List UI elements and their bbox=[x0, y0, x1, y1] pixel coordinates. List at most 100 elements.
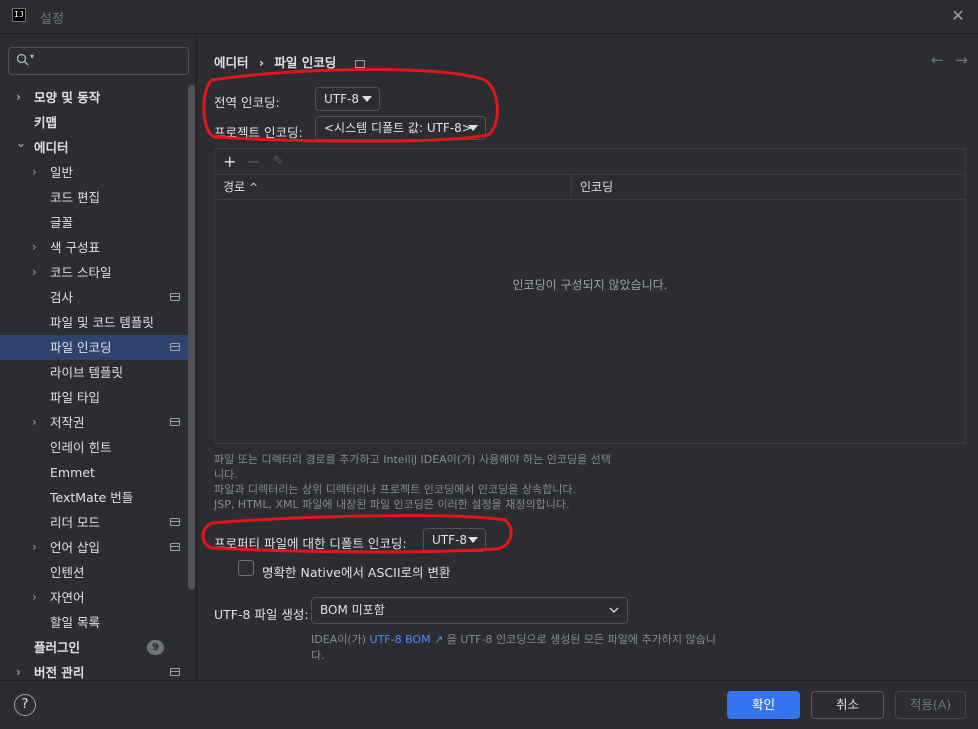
sort-asc-icon: ^ bbox=[248, 181, 259, 194]
sidebar-item[interactable]: › 모양 및 동작 bbox=[0, 85, 188, 110]
chevron-right-icon[interactable]: › bbox=[32, 235, 37, 260]
sidebar-item[interactable]: 플러그인 9 bbox=[0, 635, 188, 660]
sidebar-item[interactable]: 키맵 bbox=[0, 110, 188, 135]
sidebar-item[interactable]: › 색 구성표 bbox=[0, 235, 188, 260]
sidebar-item[interactable]: › 일반 bbox=[0, 160, 188, 185]
chevron-right-icon[interactable]: › bbox=[32, 160, 37, 185]
chevron-right-icon[interactable]: › bbox=[32, 410, 37, 435]
sidebar-item[interactable]: 글꼴 bbox=[0, 210, 188, 235]
search-icon bbox=[16, 53, 30, 70]
path-hint-line2: 니다. bbox=[214, 468, 238, 481]
sidebar-item[interactable]: 인텐션 bbox=[0, 560, 188, 585]
bom-select[interactable]: BOM 미포함 bbox=[311, 597, 628, 624]
project-encoding-label: 프로젝트 인코딩: bbox=[214, 125, 303, 140]
sidebar-item-label: 플러그인 bbox=[34, 640, 81, 655]
project-scope-icon bbox=[170, 543, 180, 551]
dialog-footer: ? 확인 취소 적용(A) bbox=[0, 680, 978, 729]
add-icon[interactable]: + bbox=[223, 152, 236, 171]
edit-icon[interactable]: ✎ bbox=[273, 154, 284, 169]
remove-icon[interactable]: − bbox=[247, 152, 260, 171]
sidebar-item-label: 글꼴 bbox=[50, 215, 74, 230]
sidebar-item[interactable]: TextMate 번들 bbox=[0, 485, 188, 510]
native-to-ascii-checkbox[interactable] bbox=[238, 560, 254, 576]
sidebar-item-label: 저작권 bbox=[50, 415, 85, 430]
sidebar-item-label: Emmet bbox=[50, 465, 95, 480]
path-hint-line4: JSP, HTML, XML 파일에 내장된 파일 인코딩은 이러한 설정을 재… bbox=[214, 498, 570, 511]
column-path[interactable]: 경로 ^ bbox=[215, 175, 258, 200]
sidebar-item[interactable]: 할일 목록 bbox=[0, 610, 188, 635]
sidebar-item-label: 리더 모드 bbox=[50, 515, 100, 530]
chevron-right-icon[interactable]: › bbox=[16, 85, 21, 110]
breadcrumb-separator: › bbox=[258, 55, 265, 70]
search-input[interactable]: ▾ bbox=[8, 47, 189, 75]
bom-value: BOM 미포함 bbox=[320, 603, 385, 617]
breadcrumb-current: 파일 인코딩 bbox=[274, 55, 337, 70]
sidebar-item-label: 에디터 bbox=[34, 140, 69, 155]
chevron-right-icon[interactable]: › bbox=[32, 585, 37, 610]
sidebar-item[interactable]: 검사 bbox=[0, 285, 188, 310]
caret-down-icon bbox=[468, 537, 478, 543]
table-toolbar: + − ✎ bbox=[215, 149, 965, 175]
sidebar-item-label: 인레이 힌트 bbox=[50, 440, 112, 455]
sidebar-item-label: 파일 및 코드 템플릿 bbox=[50, 315, 154, 330]
sidebar-item-label: 인텐션 bbox=[50, 565, 85, 580]
column-encoding[interactable]: 인코딩 bbox=[572, 175, 613, 200]
chevron-right-icon[interactable]: › bbox=[32, 260, 37, 285]
update-count-badge: 9 bbox=[147, 640, 164, 655]
sidebar-item-label: 자연어 bbox=[50, 590, 85, 605]
close-icon[interactable]: ✕ bbox=[948, 6, 968, 26]
window-title: 설정 bbox=[40, 12, 64, 27]
encoding-table: + − ✎ 경로 ^ 인코딩 인코딩이 구성되지 않았습니다. bbox=[214, 148, 966, 444]
bom-hint-suffix: 을 UTF-8 인코딩으로 생성된 모든 파일에 추가하지 않습니 bbox=[443, 633, 716, 646]
properties-encoding-value: UTF-8 bbox=[432, 533, 467, 547]
sidebar-item-label: TextMate 번들 bbox=[50, 490, 134, 505]
sidebar-item[interactable]: 라이브 템플릿 bbox=[0, 360, 188, 385]
project-scope-icon bbox=[170, 518, 180, 526]
forward-arrow-icon[interactable]: → bbox=[955, 51, 968, 69]
ok-button[interactable]: 확인 bbox=[727, 691, 800, 719]
path-hint-line1: 파일 또는 디렉터리 경로를 추가하고 IntelliJ IDEA이(가) 사용… bbox=[214, 453, 611, 466]
main-panel: 에디터 › 파일 인코딩 ← → 전역 인코딩: UTF-8 프로젝트 인코딩: … bbox=[198, 35, 978, 680]
project-encoding-select[interactable]: <시스템 디폴트 값: UTF-8> bbox=[315, 116, 486, 140]
global-encoding-select[interactable]: UTF-8 bbox=[315, 87, 380, 111]
sidebar-item-label: 모양 및 동작 bbox=[34, 90, 101, 105]
sidebar-item-label: 파일 타입 bbox=[50, 390, 100, 405]
app-logo-icon: IJ bbox=[12, 8, 26, 22]
cancel-button[interactable]: 취소 bbox=[811, 691, 884, 719]
path-hint-line3: 파일과 디렉터리는 상위 디렉터리나 프로젝트 인코딩에서 인코딩을 상속합니다… bbox=[214, 483, 576, 496]
sidebar-item-label: 검사 bbox=[50, 290, 74, 305]
breadcrumb-parent[interactable]: 에디터 bbox=[214, 55, 249, 70]
properties-encoding-select[interactable]: UTF-8 bbox=[423, 528, 486, 552]
global-encoding-label: 전역 인코딩: bbox=[214, 95, 280, 110]
back-arrow-icon[interactable]: ← bbox=[931, 51, 944, 69]
sidebar-item[interactable]: › 자연어 bbox=[0, 585, 188, 610]
sidebar-item[interactable]: › 언어 삽입 bbox=[0, 535, 188, 560]
global-encoding-value: UTF-8 bbox=[324, 92, 359, 106]
caret-down-icon bbox=[468, 125, 478, 131]
utf8-bom-link[interactable]: UTF-8 BOM ↗ bbox=[370, 633, 444, 646]
sidebar-scrollbar[interactable] bbox=[188, 85, 195, 590]
project-scope-icon bbox=[170, 343, 180, 351]
chevron-right-icon[interactable]: › bbox=[32, 535, 37, 560]
sidebar-item-label: 일반 bbox=[50, 165, 74, 180]
native-to-ascii-label[interactable]: 명확한 Native에서 ASCII로의 변환 bbox=[262, 562, 450, 581]
sidebar-item[interactable]: 인레이 힌트 bbox=[0, 435, 188, 460]
sidebar-item[interactable]: 코드 편집 bbox=[0, 185, 188, 210]
sidebar-item[interactable]: ⌄ 에디터 bbox=[0, 135, 188, 160]
apply-button[interactable]: 적용(A) bbox=[895, 691, 966, 719]
sidebar-item[interactable]: › 저작권 bbox=[0, 410, 188, 435]
sidebar-item[interactable]: 리더 모드 bbox=[0, 510, 188, 535]
sidebar-item-label: 언어 삽입 bbox=[50, 540, 100, 555]
sidebar-item[interactable]: › 코드 스타일 bbox=[0, 260, 188, 285]
breadcrumb: 에디터 › 파일 인코딩 bbox=[214, 52, 365, 71]
sidebar-item[interactable]: 파일 인코딩 bbox=[0, 335, 188, 360]
properties-encoding-label: 프로퍼티 파일에 대한 디폴트 인코딩: bbox=[214, 536, 407, 551]
sidebar-item[interactable]: 파일 타입 bbox=[0, 385, 188, 410]
sidebar-item[interactable]: 파일 및 코드 템플릿 bbox=[0, 310, 188, 335]
history-nav: ← → bbox=[919, 51, 968, 69]
sidebar-item-label: 라이브 템플릿 bbox=[50, 365, 123, 380]
sidebar-item-label: 코드 편집 bbox=[50, 190, 100, 205]
chevron-down-icon[interactable]: ⌄ bbox=[16, 131, 26, 156]
sidebar-item[interactable]: Emmet bbox=[0, 460, 188, 485]
help-icon[interactable]: ? bbox=[14, 694, 36, 716]
